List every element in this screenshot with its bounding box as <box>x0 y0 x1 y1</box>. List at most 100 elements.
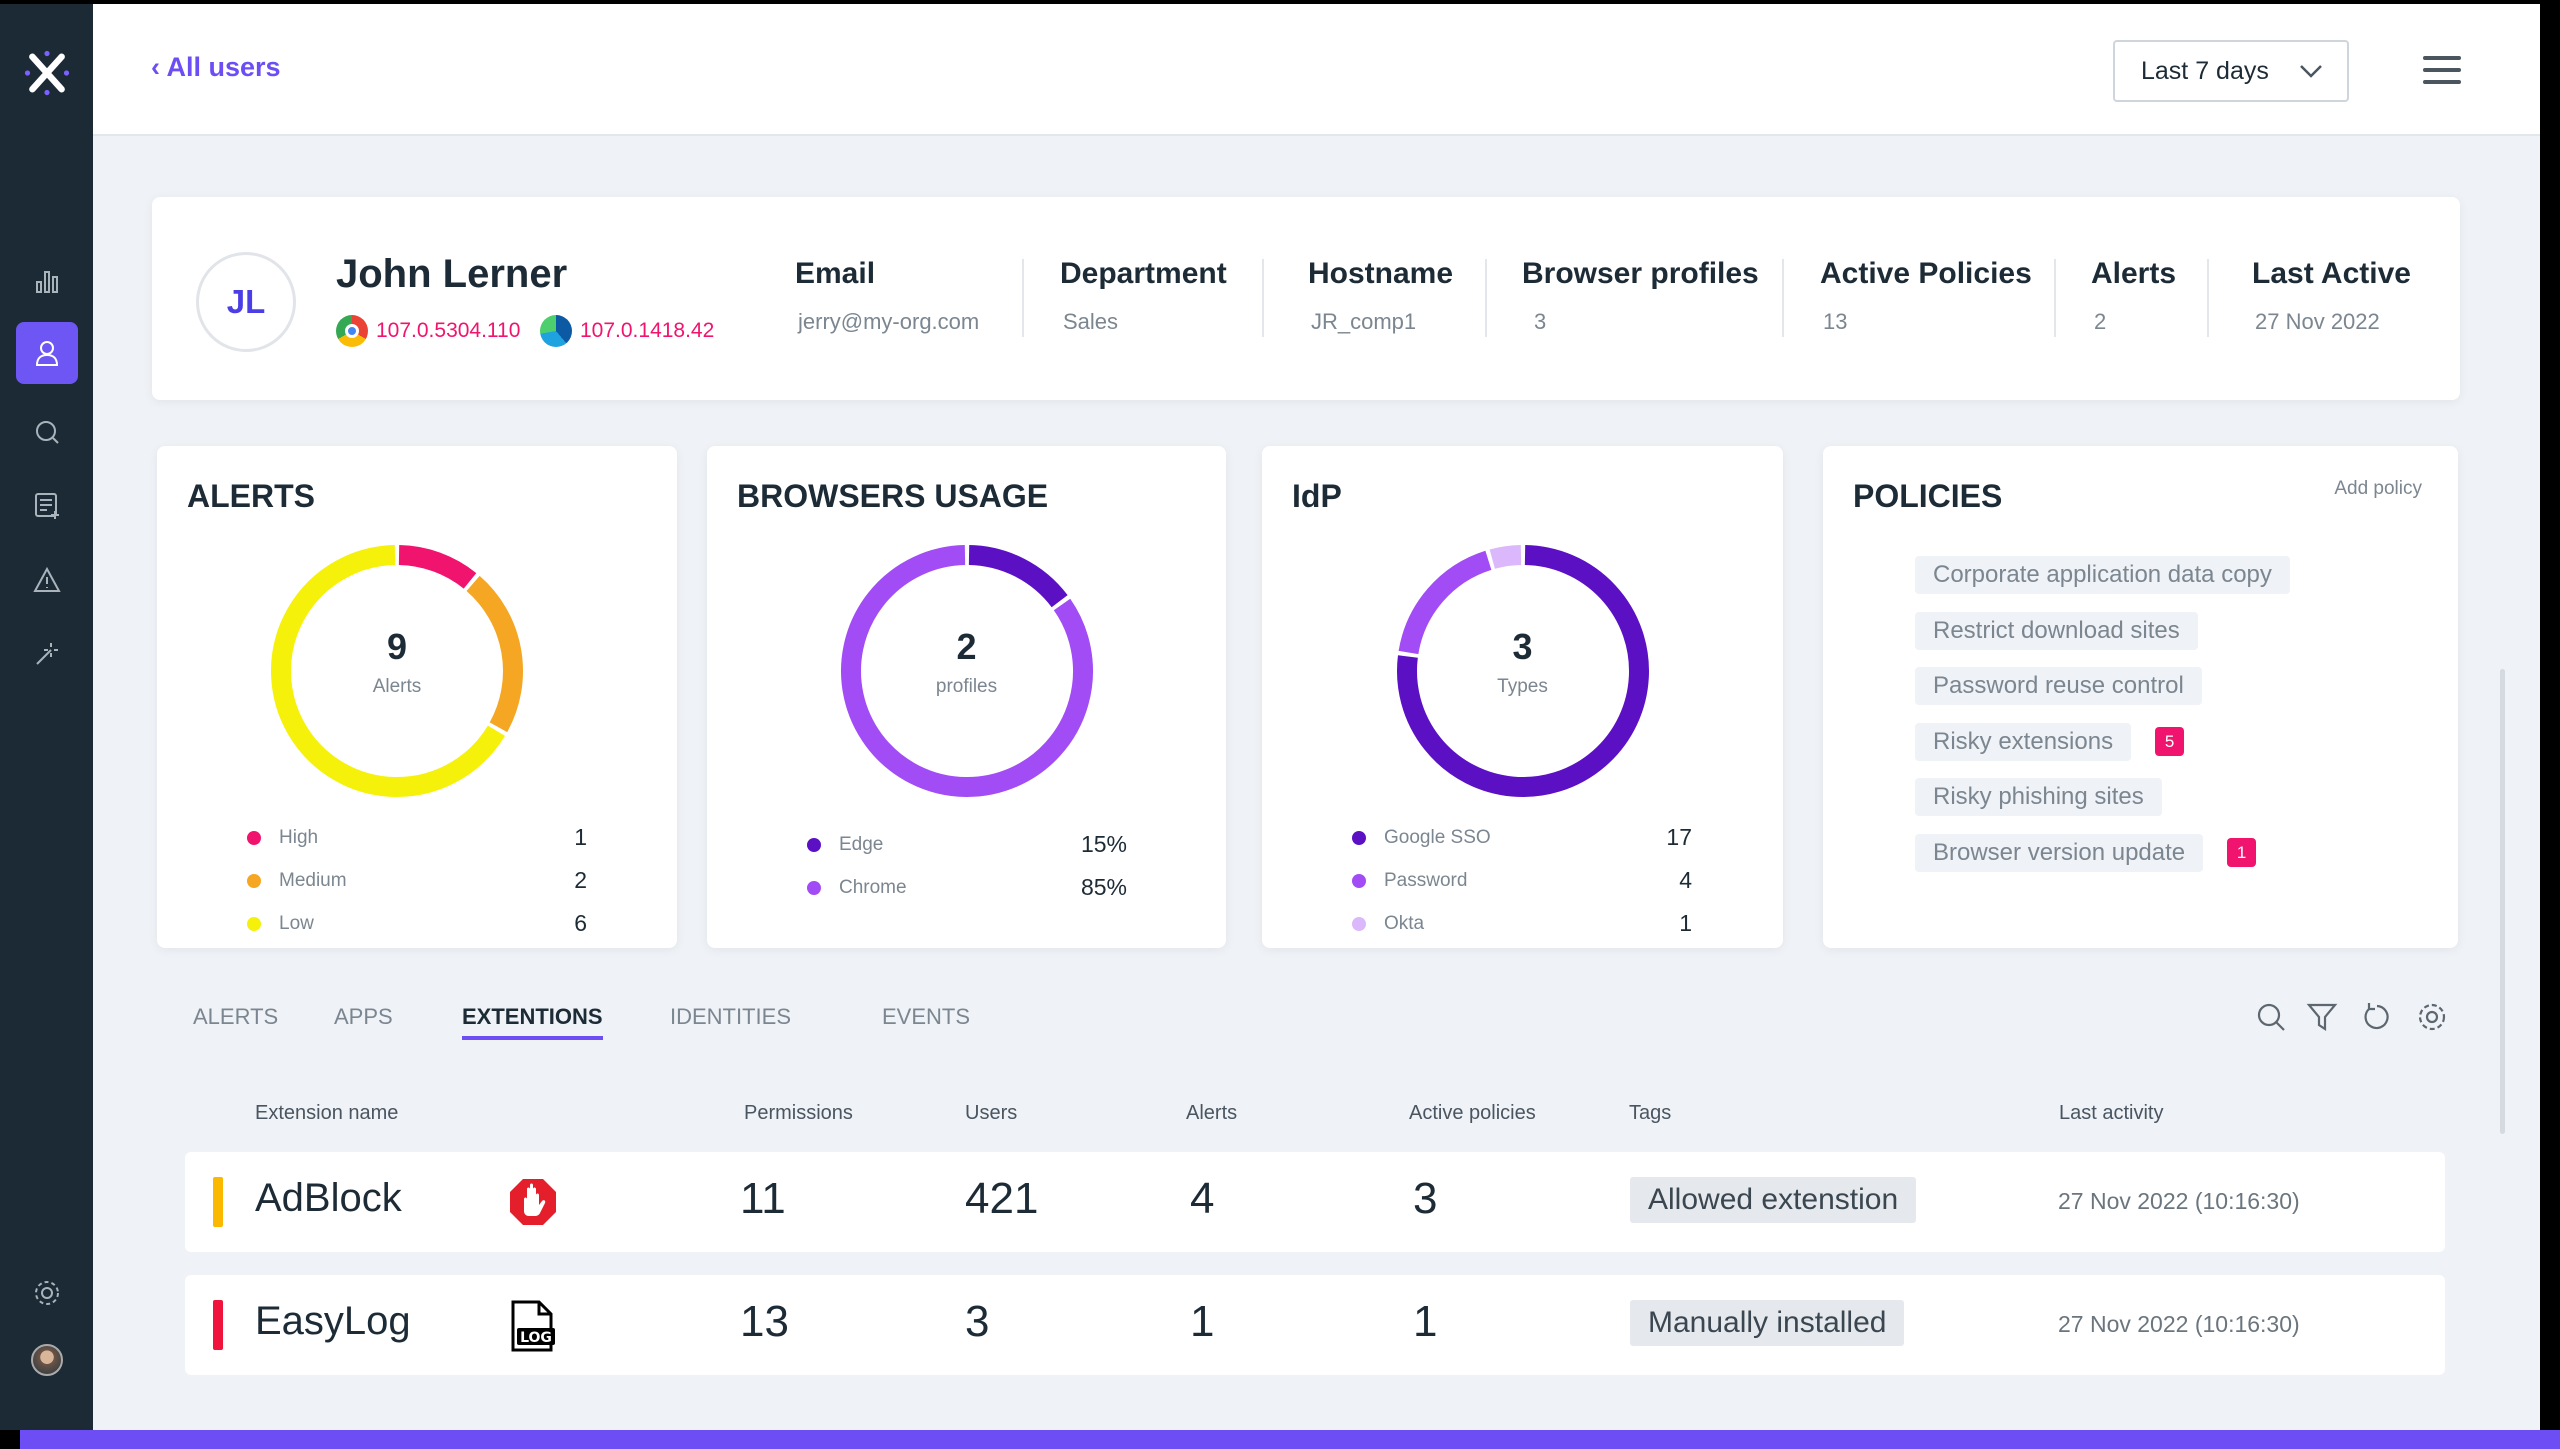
center-label: Alerts <box>372 676 422 697</box>
chrome-icon <box>336 315 368 347</box>
column-header[interactable]: Users <box>965 1102 1017 1125</box>
alert-icon[interactable] <box>16 549 78 611</box>
users-icon[interactable] <box>16 322 78 384</box>
donut-segment-okta <box>1489 545 1521 569</box>
extension-name[interactable]: EasyLog <box>255 1299 411 1344</box>
date-range-dropdown[interactable]: Last 7 days <box>2113 40 2349 102</box>
users-count: 421 <box>965 1174 1039 1223</box>
search-icon[interactable] <box>16 401 78 463</box>
tab-apps[interactable]: APPS <box>334 1004 393 1036</box>
policy-tag: Risky phishing sites <box>1915 778 2162 816</box>
donut-center: 9 Alerts <box>297 626 497 698</box>
logo-icon[interactable] <box>16 42 78 104</box>
users-count: 3 <box>965 1297 990 1346</box>
chart-title: IdP <box>1292 478 1342 514</box>
legend-label: Password <box>1384 869 1468 891</box>
policy-item[interactable]: Browser version update 1 <box>1915 833 2257 872</box>
policy-list-icon[interactable] <box>16 474 78 536</box>
last-activity: 27 Nov 2022 (10:16:30) <box>2058 1311 2300 1337</box>
permissions-count: 11 <box>740 1174 786 1223</box>
policy-tag: Risky extensions <box>1915 722 2132 761</box>
legend-label: Google SSO <box>1384 826 1491 848</box>
legend-label: Low <box>279 912 314 934</box>
legend-value: 17 <box>1666 824 1692 850</box>
scrollbar[interactable] <box>2500 669 2505 1134</box>
column-header[interactable]: Last activity <box>2059 1102 2163 1125</box>
legend-dot <box>247 916 261 931</box>
policy-item[interactable]: Restrict download sites <box>1915 611 2198 650</box>
policy-tag: Browser version update <box>1915 833 2204 872</box>
tab-events[interactable]: EVENTS <box>882 1004 970 1036</box>
filter-icon[interactable] <box>2305 1000 2339 1034</box>
top-bar: ‹ All users Last 7 days <box>93 4 2540 136</box>
legend-label: Medium <box>279 869 347 891</box>
column-header[interactable]: Active policies <box>1409 1102 1536 1125</box>
department-field: Department Sales <box>1060 257 1227 334</box>
center-label: profiles <box>935 676 998 697</box>
hostname-field: Hostname JR_comp1 <box>1308 257 1454 334</box>
date-range-value: Last 7 days <box>2141 56 2269 85</box>
policy-item[interactable]: Risky phishing sites <box>1915 778 2162 816</box>
idp-panel: IdP 3 Types Google SSO 17 Password 4 Okta 1 <box>1262 446 1783 948</box>
chrome-version: 107.0.5304.110 <box>336 315 520 347</box>
policy-item[interactable]: Password reuse control <box>1915 667 2202 705</box>
legend-item: Medium 2 <box>247 859 587 902</box>
policy-alert-badge: 5 <box>2155 727 2185 756</box>
center-value: 3 <box>1512 626 1533 667</box>
extension-name[interactable]: AdBlock <box>255 1176 402 1221</box>
active-policies-field: Active Policies 13 <box>1820 257 2032 334</box>
settings-icon[interactable] <box>16 1262 78 1324</box>
chart-title: BROWSERS USAGE <box>737 478 1049 514</box>
chart-title: ALERTS <box>187 478 315 514</box>
legend-item: Low 6 <box>247 902 587 945</box>
column-header[interactable]: Alerts <box>1186 1102 1237 1125</box>
active-policies-count: 1 <box>1413 1297 1438 1346</box>
last-active-field: Last Active 27 Nov 2022 <box>2252 257 2411 334</box>
legend-label: Chrome <box>839 876 907 898</box>
magic-wand-icon[interactable] <box>16 622 78 684</box>
legend-label: High <box>279 826 319 848</box>
severity-indicator <box>213 1300 223 1350</box>
dashboard-chart-icon[interactable] <box>16 249 78 311</box>
back-to-all-users-link[interactable]: ‹ All users <box>151 52 281 83</box>
policy-item[interactable]: Corporate application data copy <box>1915 556 2290 594</box>
donut-center: 2 profiles <box>867 626 1067 698</box>
severity-indicator <box>213 1177 223 1227</box>
legend-value: 2 <box>574 867 587 893</box>
active-policies-count: 3 <box>1413 1174 1438 1223</box>
legend-item: Google SSO 17 <box>1352 816 1692 859</box>
column-header[interactable]: Permissions <box>744 1102 853 1125</box>
edge-icon <box>540 315 572 347</box>
legend-dot <box>247 830 261 845</box>
tab-extentions[interactable]: EXTENTIONS <box>462 1004 603 1040</box>
policy-tag: Restrict download sites <box>1915 611 2198 650</box>
table-row[interactable]: EasyLog LOG 13 3 1 1 Manually installed 27 Nov … <box>185 1275 2445 1375</box>
table-row[interactable]: AdBlock 11 421 4 3 Allowed extenstion 27 Nov 2… <box>185 1152 2445 1252</box>
column-header[interactable]: Tags <box>1629 1102 1671 1125</box>
add-policy-link[interactable]: Add policy <box>2334 478 2422 500</box>
refresh-icon[interactable] <box>2360 1000 2394 1034</box>
chart-legend: Google SSO 17 Password 4 Okta 1 <box>1352 816 1692 945</box>
settings-icon[interactable] <box>2415 1000 2449 1034</box>
column-header[interactable]: Extension name <box>255 1102 398 1125</box>
svg-text:LOG: LOG <box>520 1330 552 1346</box>
legend-value: 1 <box>1679 910 1692 936</box>
hamburger-menu-icon[interactable] <box>2423 56 2461 92</box>
donut-segment-edge <box>968 545 1068 608</box>
extension-tag: Allowed extenstion <box>1630 1177 1917 1223</box>
center-value: 2 <box>956 626 977 667</box>
legend-label: Edge <box>839 833 884 855</box>
last-activity: 27 Nov 2022 (10:16:30) <box>2058 1188 2300 1214</box>
policy-tag: Password reuse control <box>1915 667 2202 705</box>
policy-item[interactable]: Risky extensions 5 <box>1915 722 2185 761</box>
user-avatar[interactable] <box>16 1329 78 1391</box>
tab-identities[interactable]: IDENTITIES <box>670 1004 791 1036</box>
user-name: John Lerner <box>336 252 568 296</box>
policy-alert-badge: 1 <box>2227 838 2257 867</box>
search-icon[interactable] <box>2254 1000 2288 1034</box>
edge-version: 107.0.1418.42 <box>540 315 714 347</box>
tab-alerts[interactable]: ALERTS <box>193 1004 278 1036</box>
legend-dot <box>1352 916 1366 931</box>
alerts-count: 4 <box>1190 1174 1215 1223</box>
sidebar <box>0 4 93 1430</box>
